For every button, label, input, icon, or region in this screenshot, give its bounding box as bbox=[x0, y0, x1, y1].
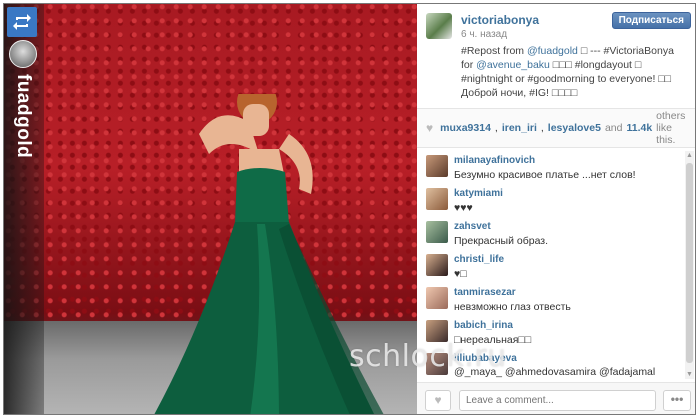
post-caption: #Repost from @fuadgold □ --- #VictoriaBo… bbox=[461, 44, 689, 100]
commenter-avatar[interactable] bbox=[426, 221, 448, 243]
commenter-avatar[interactable] bbox=[426, 155, 448, 177]
comment-username[interactable]: tanmirasezar bbox=[454, 287, 516, 298]
poster-avatar[interactable] bbox=[9, 40, 37, 68]
author-avatar[interactable] bbox=[426, 13, 452, 39]
comment-input[interactable] bbox=[459, 390, 656, 411]
like-heart-button[interactable]: ♥ bbox=[425, 390, 451, 411]
watermark-text: schlock.ru bbox=[349, 339, 507, 374]
caption-mention[interactable]: @avenue_baku bbox=[476, 59, 550, 71]
poster-username[interactable]: fuadgold bbox=[7, 74, 39, 164]
author-username[interactable]: victoriabonya bbox=[461, 13, 539, 27]
comment-item: tanmirasezar невзможно глаз отвесть bbox=[417, 283, 685, 315]
caption-text: #Repost from bbox=[461, 45, 527, 57]
commenter-avatar[interactable] bbox=[426, 188, 448, 210]
comment-username[interactable]: milanayafinovich bbox=[454, 155, 535, 166]
comment-text: Безумно красивое платье ...нет слов! bbox=[454, 169, 636, 181]
like-user[interactable]: lesyalove5 bbox=[548, 122, 601, 134]
commenter-avatar[interactable] bbox=[426, 287, 448, 309]
comment-username[interactable]: zahsvet bbox=[454, 221, 491, 232]
commenter-avatar[interactable] bbox=[426, 254, 448, 276]
comment-item: katymiami ♥♥♥ bbox=[417, 184, 685, 216]
comment-username[interactable]: babich_irina bbox=[454, 320, 513, 331]
comment-footer: ♥ ••• bbox=[417, 382, 695, 414]
more-options-button[interactable]: ••• bbox=[663, 390, 691, 411]
caption-mention[interactable]: @fuadgold bbox=[527, 45, 578, 57]
likes-and: and bbox=[604, 122, 623, 134]
comments-scrollbar[interactable]: ▲ ▼ bbox=[685, 151, 694, 379]
repost-icon bbox=[7, 7, 37, 37]
scroll-up-arrow-icon[interactable]: ▲ bbox=[685, 151, 694, 160]
instagram-post-window: fuadgold victoriabonya 6 ч. назад Подпис… bbox=[3, 3, 696, 415]
likes-bar: ♥ muxa9314, iren_iri, lesyalove5 and 11.… bbox=[417, 108, 695, 148]
comment-username[interactable]: christi_life bbox=[454, 254, 504, 265]
comment-item: zahsvet Прекрасный образ. bbox=[417, 217, 685, 249]
comment-text: ♥♥♥ bbox=[454, 202, 473, 214]
like-user[interactable]: iren_iri bbox=[502, 122, 537, 134]
comment-item: christi_life ♥□ bbox=[417, 250, 685, 282]
comment-text: ♥□ bbox=[454, 268, 467, 280]
heart-icon: ♥ bbox=[426, 121, 434, 135]
comment-text: Прекрасный образ. bbox=[454, 235, 549, 247]
like-user[interactable]: muxa9314 bbox=[440, 122, 491, 134]
post-timestamp: 6 ч. назад bbox=[461, 29, 508, 40]
comment-text: невзможно глаз отвесть bbox=[454, 301, 571, 313]
follow-button[interactable]: Подписаться bbox=[611, 12, 691, 29]
scroll-thumb[interactable] bbox=[686, 163, 693, 363]
likes-count[interactable]: 11.4k bbox=[626, 122, 652, 134]
likes-suffix: others like this. bbox=[656, 110, 686, 146]
comment-username[interactable]: katymiami bbox=[454, 188, 503, 199]
post-header: victoriabonya 6 ч. назад Подписаться #Re… bbox=[417, 4, 695, 108]
scroll-down-arrow-icon[interactable]: ▼ bbox=[685, 370, 694, 379]
comment-item: milanayafinovich Безумно красивое платье… bbox=[417, 151, 685, 183]
